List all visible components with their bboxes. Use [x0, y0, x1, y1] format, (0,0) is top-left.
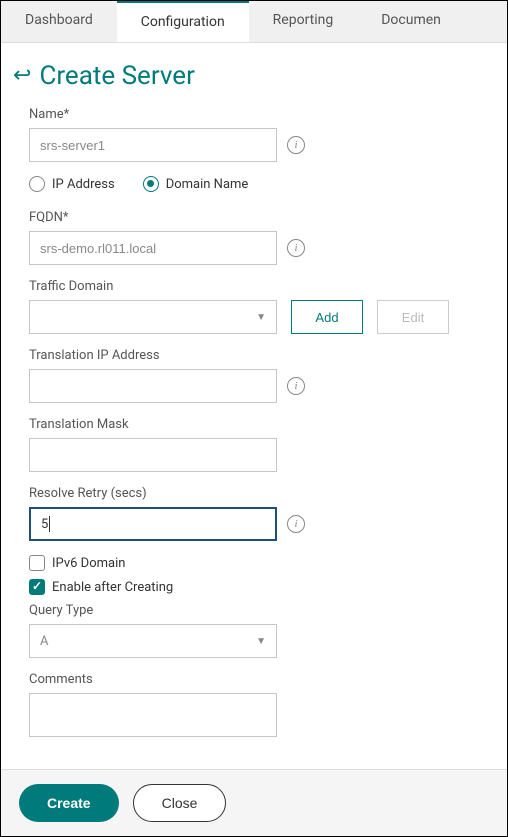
- radio-icon: [29, 176, 45, 192]
- checkbox-icon: [29, 555, 45, 571]
- resolve-retry-input[interactable]: 5: [29, 507, 277, 541]
- create-server-form: Name* i IP Address Domain Name FQDN* i T…: [1, 107, 507, 741]
- tab-configuration[interactable]: Configuration: [117, 1, 249, 42]
- ip-address-radio-label: IP Address: [52, 177, 115, 192]
- chevron-down-icon: ▼: [256, 636, 266, 647]
- footer-actions: Create Close: [1, 769, 507, 836]
- add-button[interactable]: Add: [291, 300, 363, 334]
- info-icon[interactable]: i: [287, 239, 305, 257]
- name-input[interactable]: [29, 128, 277, 162]
- tab-documentation[interactable]: Documen: [357, 1, 465, 42]
- back-arrow-icon[interactable]: ↩: [13, 65, 31, 87]
- enable-after-creating-checkbox[interactable]: Enable after Creating: [29, 579, 483, 595]
- resolve-retry-value: 5: [41, 517, 48, 532]
- traffic-domain-label: Traffic Domain: [29, 279, 483, 294]
- create-button[interactable]: Create: [19, 784, 119, 822]
- page-header: ↩ Create Server: [1, 43, 507, 107]
- text-cursor: [49, 516, 50, 532]
- translation-mask-label: Translation Mask: [29, 417, 483, 432]
- page-title: Create Server: [39, 61, 194, 91]
- resolve-retry-label: Resolve Retry (secs): [29, 486, 483, 501]
- info-icon[interactable]: i: [287, 136, 305, 154]
- info-icon[interactable]: i: [287, 515, 305, 533]
- comments-label: Comments: [29, 672, 483, 687]
- tab-reporting[interactable]: Reporting: [249, 1, 358, 42]
- checkbox-icon: [29, 579, 45, 595]
- translation-mask-input[interactable]: [29, 438, 277, 472]
- fqdn-input[interactable]: [29, 231, 277, 265]
- translation-ip-input[interactable]: [29, 369, 277, 403]
- enable-after-creating-label: Enable after Creating: [52, 580, 173, 595]
- comments-input[interactable]: [29, 693, 277, 737]
- name-label: Name*: [29, 107, 483, 122]
- tab-dashboard[interactable]: Dashboard: [1, 1, 117, 42]
- ip-address-radio[interactable]: IP Address: [29, 176, 115, 192]
- chevron-down-icon: ▼: [256, 312, 266, 323]
- domain-name-radio-label: Domain Name: [166, 177, 249, 192]
- top-tabs: Dashboard Configuration Reporting Docume…: [1, 1, 507, 43]
- traffic-domain-select[interactable]: ▼: [29, 300, 277, 334]
- domain-name-radio[interactable]: Domain Name: [143, 176, 249, 192]
- ipv6-domain-label: IPv6 Domain: [52, 556, 125, 571]
- query-type-value: A: [40, 634, 48, 649]
- info-icon[interactable]: i: [287, 377, 305, 395]
- edit-button[interactable]: Edit: [377, 300, 449, 334]
- query-type-label: Query Type: [29, 603, 483, 618]
- fqdn-label: FQDN*: [29, 210, 483, 225]
- ipv6-domain-checkbox[interactable]: IPv6 Domain: [29, 555, 483, 571]
- address-type-radio-group: IP Address Domain Name: [29, 176, 483, 192]
- query-type-select[interactable]: A ▼: [29, 624, 277, 658]
- close-button[interactable]: Close: [133, 784, 227, 822]
- radio-icon: [143, 176, 159, 192]
- translation-ip-label: Translation IP Address: [29, 348, 483, 363]
